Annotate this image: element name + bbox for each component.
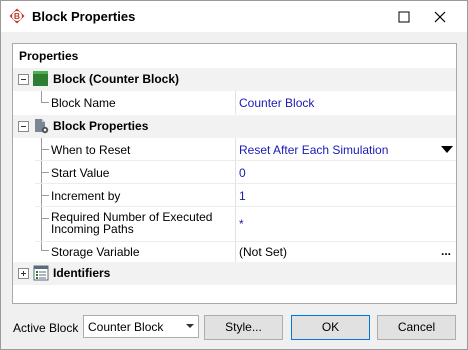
property-row-when-to-reset[interactable]: When to Reset Reset After Each Simulatio… bbox=[13, 138, 456, 161]
reliability-logo-icon: B bbox=[9, 8, 25, 24]
close-icon bbox=[434, 11, 446, 22]
property-row-block-name[interactable]: Block Name Counter Block bbox=[13, 91, 456, 114]
property-grid-header: Properties bbox=[13, 44, 456, 69]
collapse-toggle-icon[interactable] bbox=[18, 121, 29, 132]
dialog-title: Block Properties bbox=[32, 9, 136, 24]
category-block-properties[interactable]: Block Properties bbox=[13, 115, 456, 138]
property-name: Storage Variable bbox=[51, 245, 140, 259]
property-row-start-value[interactable]: Start Value 0 bbox=[13, 161, 456, 184]
property-value[interactable]: 0 bbox=[239, 166, 246, 180]
maximize-icon bbox=[398, 11, 410, 22]
property-value[interactable]: Reset After Each Simulation bbox=[239, 143, 388, 157]
category-label: Identifiers bbox=[53, 266, 111, 280]
ellipsis-button[interactable]: ... bbox=[441, 244, 451, 258]
category-label: Block (Counter Block) bbox=[53, 72, 180, 86]
ok-button[interactable]: OK bbox=[291, 315, 370, 340]
green-block-icon bbox=[33, 71, 48, 86]
property-value[interactable]: 1 bbox=[239, 189, 246, 203]
style-button[interactable]: Style... bbox=[204, 315, 283, 340]
tree-line bbox=[41, 195, 49, 196]
maximize-button[interactable] bbox=[386, 1, 422, 32]
category-identifiers[interactable]: Identifiers bbox=[13, 262, 456, 285]
property-grid: Properties Block (Counter Block) Block N… bbox=[12, 43, 457, 304]
block-settings-icon bbox=[33, 118, 49, 134]
property-row-required-paths[interactable]: Required Number of Executed Incoming Pat… bbox=[13, 207, 456, 241]
property-value[interactable]: (Not Set) bbox=[239, 245, 287, 259]
property-name: Required Number of Executed Incoming Pat… bbox=[51, 210, 213, 236]
svg-text:B: B bbox=[14, 11, 20, 21]
title-bar[interactable]: B Block Properties bbox=[1, 1, 467, 32]
tree-line bbox=[41, 149, 49, 150]
tree-line bbox=[41, 172, 49, 173]
category-block[interactable]: Block (Counter Block) bbox=[13, 68, 456, 91]
active-block-label: Active Block bbox=[13, 321, 79, 335]
active-block-value: Counter Block bbox=[88, 320, 164, 334]
tree-line bbox=[41, 218, 49, 219]
category-label: Block Properties bbox=[53, 119, 149, 133]
property-row-increment-by[interactable]: Increment by 1 bbox=[13, 184, 456, 207]
chevron-down-icon bbox=[186, 324, 194, 328]
identifiers-icon bbox=[33, 265, 49, 281]
property-name: Block Name bbox=[51, 96, 116, 110]
block-properties-dialog: B Block Properties Properties Block (Cou… bbox=[0, 0, 468, 350]
property-name: Start Value bbox=[51, 166, 110, 180]
active-block-combobox[interactable]: Counter Block bbox=[83, 315, 199, 338]
expand-toggle-icon[interactable] bbox=[18, 268, 29, 279]
property-value[interactable]: Counter Block bbox=[239, 96, 314, 110]
property-value[interactable]: * bbox=[239, 217, 244, 231]
tree-line bbox=[41, 250, 49, 251]
property-name: When to Reset bbox=[51, 143, 131, 157]
cancel-button[interactable]: Cancel bbox=[377, 315, 456, 340]
properties-heading: Properties bbox=[19, 49, 79, 63]
dropdown-arrow-icon[interactable] bbox=[441, 146, 453, 153]
collapse-toggle-icon[interactable] bbox=[18, 74, 29, 85]
close-button[interactable] bbox=[422, 1, 458, 32]
property-name: Increment by bbox=[51, 189, 121, 203]
